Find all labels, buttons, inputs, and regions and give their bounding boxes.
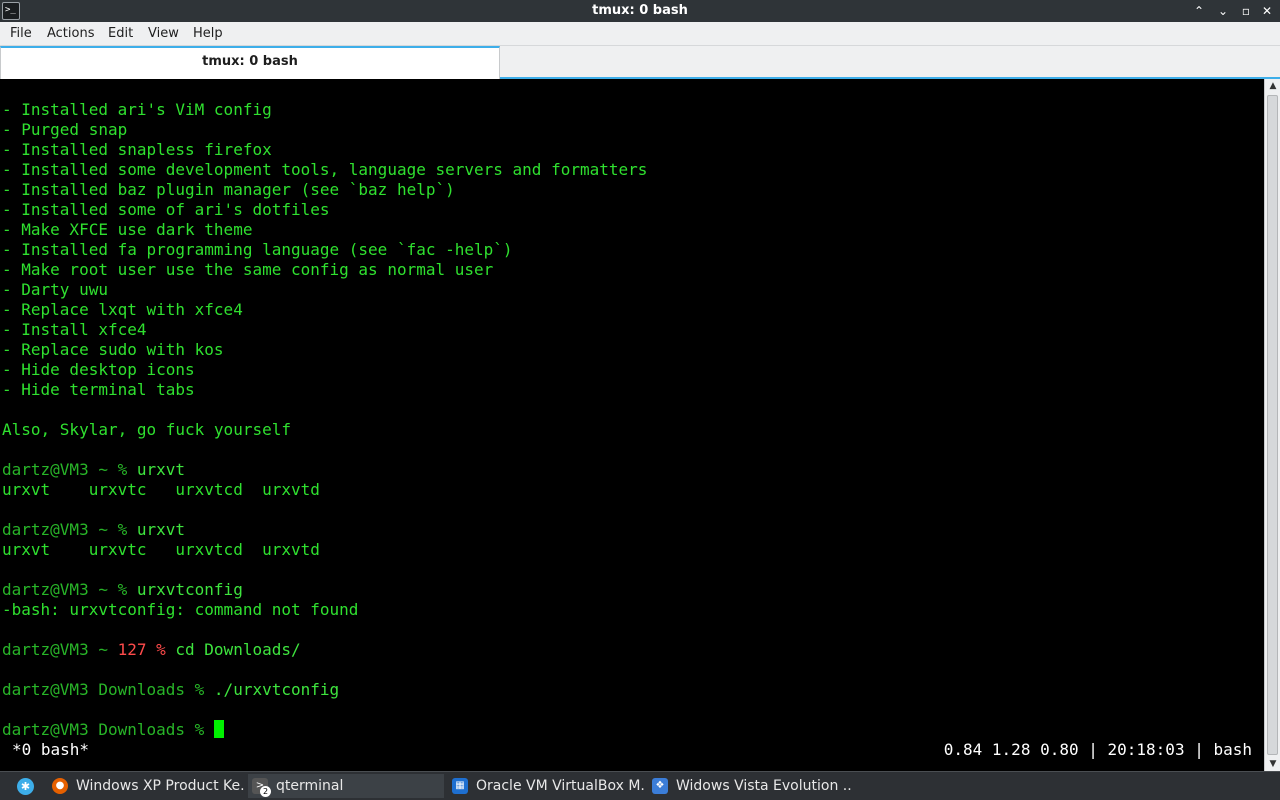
output-text: - Replace lxqt with xfce4 [2,300,243,319]
output-text: - Make root user use the same config as … [2,260,494,279]
tab-tmux-bash[interactable]: tmux: 0 bash [0,46,500,79]
menubar: File Actions Edit View Help [0,22,1280,46]
terminal-output-line: - Installed some development tools, lang… [2,160,647,180]
terminal-output-line: - Make root user use the same config as … [2,260,493,280]
terminal-output-line: urxvt urxvtc urxvtcd urxvtd [2,540,320,560]
output-text: - Hide desktop icons [2,360,195,379]
tmux-status-right: 0.84 1.28 0.80 | 20:18:03 | bash [943,740,1252,759]
restore-icon[interactable]: ⌄ [1214,2,1232,20]
output-text: - Installed baz plugin manager (see `baz… [2,180,455,199]
output-text: - Hide terminal tabs [2,380,195,399]
kde-launcher-icon[interactable]: ✱ [17,778,34,795]
shell-prompt: dartz@VM3 ~ [2,640,118,659]
output-text: urxvt urxvtc urxvtcd urxvtd [2,480,320,499]
terminal-prompt-line: dartz@VM3 ~ % urxvtconfig [2,580,243,600]
terminal-output-line: -bash: urxvtconfig: command not found [2,600,358,620]
task-vista-evolution[interactable]: ❖ Widows Vista Evolution ... [648,774,852,798]
task-qterminal[interactable]: > 2 qterminal [248,774,444,798]
firefox-icon: ● [52,778,68,794]
output-text: - Installed ari's ViM config [2,100,272,119]
terminal-output-line: - Installed ari's ViM config [2,100,272,120]
terminal-prompt-line: dartz@VM3 ~ 127 % cd Downloads/ [2,640,301,660]
taskbar: ✱ ● Windows XP Product Ke... > 2 qtermin… [0,771,1280,800]
terminal-scrollbar[interactable]: ▲ ▼ [1264,79,1280,771]
output-text: - Replace sudo with kos [2,340,224,359]
terminal-prompt-line: dartz@VM3 Downloads % ./urxvtconfig [2,680,339,700]
scrollbar-thumb[interactable] [1267,95,1278,755]
menu-help[interactable]: Help [193,26,223,41]
exit-status-prompt: 127 % [117,640,176,659]
terminal-view[interactable]: *0 bash* 0.84 1.28 0.80 | 20:18:03 | bas… [0,79,1264,771]
terminal-output-line: - Installed baz plugin manager (see `baz… [2,180,455,200]
close-icon[interactable]: ✕ [1258,2,1276,20]
output-text: - Install xfce4 [2,320,147,339]
tab-bar: tmux: 0 bash [0,46,1280,79]
window-title: tmux: 0 bash [592,3,688,18]
terminal-output-line: - Install xfce4 [2,320,147,340]
terminal-output-line: - Hide desktop icons [2,360,195,380]
menu-actions[interactable]: Actions [47,26,95,41]
shell-prompt: dartz@VM3 ~ % [2,520,137,539]
shell-command: cd Downloads/ [175,640,301,659]
terminal-output-line: Also, Skylar, go fuck yourself [2,420,291,440]
shell-prompt: dartz@VM3 Downloads % [2,680,214,699]
task-label: Widows Vista Evolution ... [676,778,852,794]
output-text: - Installed snapless firefox [2,140,272,159]
terminal-prompt-line: dartz@VM3 ~ % urxvt [2,520,185,540]
shell-command: urxvtconfig [136,580,243,599]
window-titlebar[interactable]: >_ tmux: 0 bash ⌃ ⌄ ▫ ✕ [0,0,1280,22]
shell-prompt: dartz@VM3 ~ % [2,580,137,599]
output-text: - Installed fa programming language (see… [2,240,513,259]
output-text: Also, Skylar, go fuck yourself [2,420,291,439]
terminal-output-line: urxvt urxvtc urxvtcd urxvtd [2,480,320,500]
terminal-output-line: - Replace lxqt with xfce4 [2,300,243,320]
vista-window-icon: ❖ [652,778,668,794]
menu-file[interactable]: File [10,26,32,41]
terminal-output-line: - Replace sudo with kos [2,340,224,360]
terminal-output-line: - Installed fa programming language (see… [2,240,513,260]
menu-edit[interactable]: Edit [108,26,133,41]
task-windows-xp-product-key[interactable]: ● Windows XP Product Ke... [48,774,244,798]
terminal-output-line: - Installed snapless firefox [2,140,272,160]
terminal-output-line: - Purged snap [2,120,127,140]
virtualbox-icon: ▦ [452,778,468,794]
terminal-prompt-line: dartz@VM3 ~ % urxvt [2,460,185,480]
output-text: urxvt urxvtc urxvtcd urxvtd [2,540,320,559]
terminal-cursor [213,720,224,738]
output-text: - Darty uwu [2,280,108,299]
maximize-icon[interactable]: ▫ [1237,2,1255,20]
output-text: - Installed some development tools, lang… [2,160,648,179]
terminal-output-line: - Installed some of ari's dotfiles [2,200,330,220]
menu-view[interactable]: View [148,26,179,41]
shell-command: ./urxvtconfig [213,680,340,699]
terminal-prompt-line: dartz@VM3 Downloads % [2,720,224,740]
output-text: - Make XFCE use dark theme [2,220,253,239]
task-label: qterminal [276,778,344,794]
shell-command: urxvt [136,460,186,479]
terminal-output-line: - Hide terminal tabs [2,380,195,400]
window-count-badge: 2 [260,786,271,797]
terminal-output-line: - Darty uwu [2,280,108,300]
shell-prompt: dartz@VM3 Downloads % [2,720,214,739]
minimize-icon[interactable]: ⌃ [1190,2,1208,20]
task-virtualbox-manager[interactable]: ▦ Oracle VM VirtualBox M... [448,774,644,798]
scroll-down-icon[interactable]: ▼ [1265,757,1280,771]
terminal-output-line: - Make XFCE use dark theme [2,220,252,240]
output-text: - Installed some of ari's dotfiles [2,200,330,219]
task-label: Windows XP Product Ke... [76,778,244,794]
output-text: -bash: urxvtconfig: command not found [2,600,359,619]
task-label: Oracle VM VirtualBox M... [476,778,644,794]
scroll-up-icon[interactable]: ▲ [1265,79,1280,93]
shell-command: urxvt [136,520,186,539]
output-text: - Purged snap [2,120,128,139]
shell-prompt: dartz@VM3 ~ % [2,460,137,479]
tmux-status-left: *0 bash* [12,740,90,759]
